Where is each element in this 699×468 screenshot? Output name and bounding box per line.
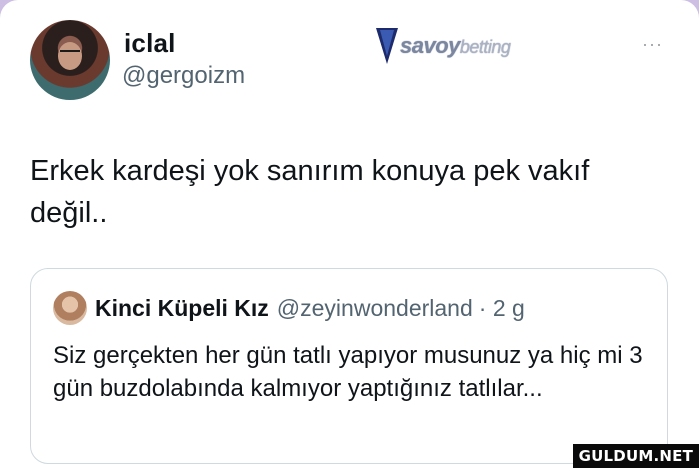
watermark-suffix: betting <box>459 37 511 57</box>
avatar-glasses <box>60 50 80 58</box>
author-avatar[interactable] <box>30 20 110 100</box>
quoted-tweet[interactable]: Kinci Küpeli Kız @zeyinwonderland · 2 g Si… <box>30 268 668 464</box>
more-options-icon[interactable]: ··· <box>642 34 663 55</box>
author-handle[interactable]: @gergoizm <box>122 62 245 90</box>
watermark-main: savoy <box>400 33 460 58</box>
quoted-text: Siz gerçekten her gün tatlı yapıyor musu… <box>53 342 643 402</box>
quoted-age: · 2 g <box>478 295 525 321</box>
quoted-author-name[interactable]: Kinci Küpeli Kız <box>95 295 269 321</box>
tweet-card: iclal @gergoizm savoybetting ··· Erkek k… <box>0 0 699 468</box>
quoted-author-handle[interactable]: @zeyinwonderland <box>277 295 473 321</box>
savoy-logo-icon <box>376 28 398 64</box>
site-watermark: GULDUM.NET <box>572 444 699 468</box>
tweet-text: Erkek kardeşi yok sanırım konuya pek vak… <box>30 155 590 229</box>
quoted-header: Kinci Küpeli Kız @zeyinwonderland · 2 g <box>95 295 525 322</box>
watermark-text: savoybetting <box>400 33 511 59</box>
savoybetting-watermark: savoybetting <box>376 24 536 68</box>
author-name[interactable]: iclal <box>124 28 176 59</box>
quoted-author-avatar[interactable] <box>53 291 87 325</box>
